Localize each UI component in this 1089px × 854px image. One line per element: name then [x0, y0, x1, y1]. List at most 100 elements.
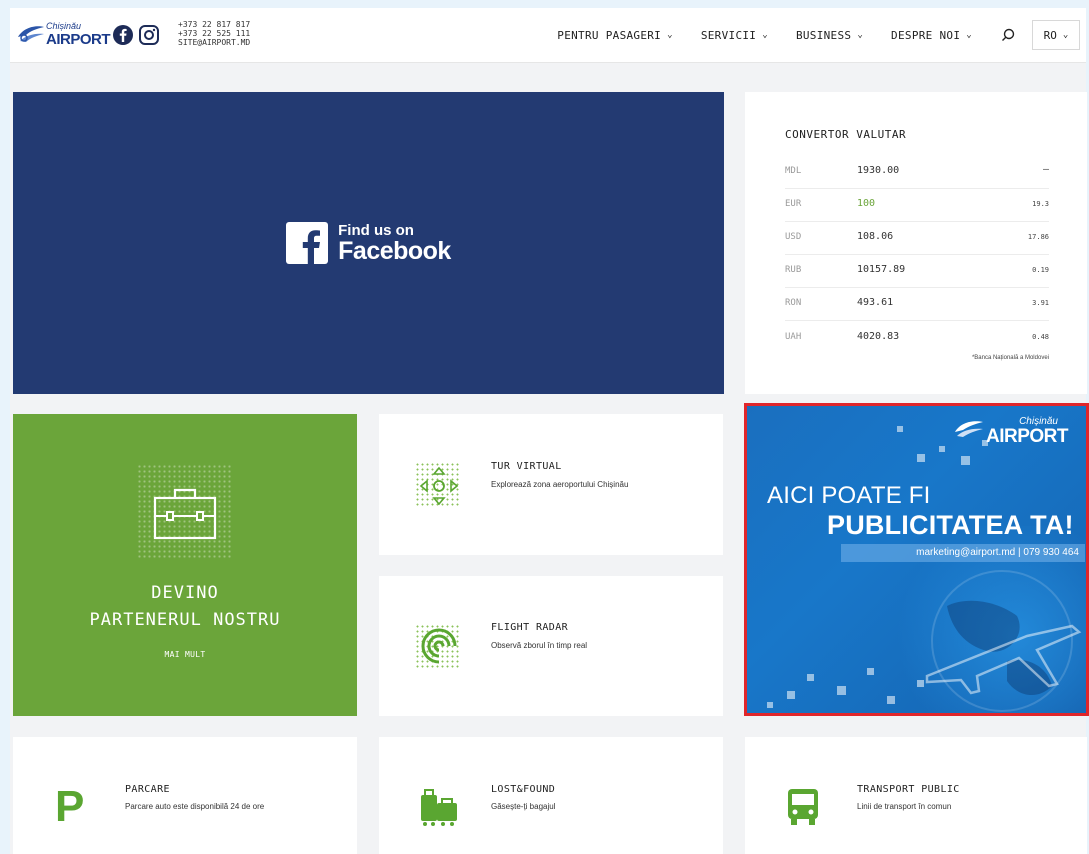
rate-row: MDL 1930.00 —	[785, 156, 1049, 189]
lost-found-tile[interactable]: LOST&FOUND Găsește-ți bagajul	[379, 737, 723, 854]
currency-code: RON	[785, 298, 802, 308]
service-desc: Găsește-ți bagajul	[491, 802, 556, 811]
decor-square	[807, 674, 814, 681]
currency-code: RUB	[785, 265, 802, 275]
virtual-tour-tile[interactable]: TUR VIRTUAL Explorează zona aeroportului…	[379, 414, 723, 555]
currency-code: USD	[785, 232, 802, 242]
currency-code: MDL	[785, 166, 802, 176]
decor-square	[867, 668, 874, 675]
currency-rate: —	[1042, 164, 1049, 175]
logo-name: AIRPORT	[46, 31, 111, 48]
ad-contact[interactable]: marketing@airport.md | 079 930 464	[841, 544, 1085, 562]
service-desc: Parcare auto este disponibilă 24 de ore	[125, 802, 265, 811]
instagram-icon[interactable]	[138, 24, 160, 46]
rate-row: EUR 100 19.3	[785, 189, 1049, 222]
currency-amount-input[interactable]: 10157.89	[857, 264, 905, 275]
decor-square	[887, 696, 895, 704]
currency-rate: 17.86	[1027, 233, 1049, 241]
service-desc: Observă zborul în timp real	[491, 641, 588, 650]
rate-row: RUB 10157.89 0.19	[785, 255, 1049, 288]
chevron-down-icon: ⌄	[1062, 30, 1069, 40]
facebook-line2: Facebook	[338, 237, 451, 265]
nav-item-passengers[interactable]: PENTRU PASAGERI ⌄	[557, 29, 673, 42]
wings-logo-icon	[955, 421, 983, 437]
decor-square	[917, 454, 925, 462]
site-header: Chișinău AIRPORT +373 22 817 817 +373 22…	[10, 8, 1086, 63]
flight-radar-tile[interactable]: FLIGHT RADAR Observă zborul în timp real	[379, 576, 723, 716]
ad-headline-line1: AICI POATE FI	[767, 482, 931, 509]
facebook-logo-icon	[286, 222, 329, 264]
partner-title: DEVINO PARTENERUL NOSTRU	[13, 580, 357, 634]
currency-amount-input[interactable]: 4020.83	[857, 331, 899, 342]
advertising-banner[interactable]: Chișinău AIRPORT AICI POATE FI PUBLICITA…	[744, 403, 1089, 716]
partner-title-line2: PARTENERUL NOSTRU	[89, 610, 281, 630]
rate-row: UAH 4020.83 0.48	[785, 322, 1049, 354]
currency-amount-input[interactable]: 493.61	[857, 297, 893, 308]
service-title: LOST&FOUND	[491, 784, 556, 795]
nav-item-about[interactable]: DESPRE NOI ⌄	[891, 29, 972, 42]
facebook-icon[interactable]	[112, 24, 134, 46]
logo-city: Chișinău	[46, 21, 82, 31]
header-contacts: +373 22 817 817 +373 22 525 111 SITE@AIR…	[178, 20, 250, 47]
facebook-banner[interactable]: Find us on Facebook	[13, 92, 724, 394]
decor-square	[897, 426, 903, 432]
chevron-down-icon: ⌄	[966, 30, 972, 40]
currency-rate: 19.3	[1032, 200, 1049, 208]
ad-logo-name: AIRPORT	[986, 426, 1069, 447]
nav-item-services[interactable]: SERVICII ⌄	[701, 29, 768, 42]
currency-code: UAH	[785, 332, 802, 342]
currency-rate: 0.19	[1032, 266, 1049, 274]
phone-primary[interactable]: +373 22 817 817	[178, 20, 250, 29]
service-title: PARCARE	[125, 784, 170, 795]
converter-title: CONVERTOR VALUTAR	[785, 128, 907, 141]
language-select[interactable]: RO ⌄	[1032, 20, 1080, 50]
rate-row: RON 493.61 3.91	[785, 288, 1049, 321]
partner-tile[interactable]: DEVINO PARTENERUL NOSTRU MAI MULT	[13, 414, 357, 716]
partner-more-link[interactable]: MAI MULT	[13, 650, 357, 659]
nav-item-label: BUSINESS	[795, 28, 852, 42]
currency-rate: 3.91	[1032, 299, 1049, 307]
briefcase-icon	[153, 488, 217, 540]
decor-square	[837, 686, 846, 695]
decor-square	[787, 691, 795, 699]
virtual-tour-icon	[419, 466, 459, 506]
language-value: RO	[1043, 28, 1057, 42]
decor-square	[767, 702, 773, 708]
public-transport-tile[interactable]: TRANSPORT PUBLIC Linii de transport în c…	[745, 737, 1087, 854]
currency-code: EUR	[785, 199, 802, 209]
service-title: TRANSPORT PUBLIC	[857, 784, 960, 795]
service-desc: Linii de transport în comun	[857, 802, 952, 811]
nav-item-business[interactable]: BUSINESS ⌄	[796, 29, 863, 42]
facebook-cta: Find us on Facebook	[338, 223, 451, 265]
converter-source-note: *Banca Națională a Moldovei	[971, 355, 1049, 361]
service-desc: Explorează zona aeroportului Chișinău	[491, 480, 629, 489]
service-title: TUR VIRTUAL	[491, 461, 562, 472]
parking-tile[interactable]: P PARCARE Parcare auto este disponibilă …	[13, 737, 357, 854]
partner-title-line1: DEVINO	[151, 583, 219, 603]
nav-item-label: PENTRU PASAGERI	[557, 28, 662, 42]
chevron-down-icon: ⌄	[857, 30, 864, 40]
nav-item-label: DESPRE NOI	[891, 28, 961, 42]
bus-icon	[788, 789, 818, 825]
decor-square	[939, 446, 945, 452]
decor-square	[917, 680, 924, 687]
decor-square	[961, 456, 970, 465]
currency-converter: CONVERTOR VALUTAR MDL 1930.00 — EUR 100 …	[745, 92, 1087, 394]
radar-icon	[421, 628, 457, 664]
luggage-icon	[421, 789, 457, 826]
currency-amount-input[interactable]: 108.06	[857, 231, 893, 242]
currency-amount-input[interactable]: 1930.00	[857, 165, 899, 176]
chevron-down-icon: ⌄	[667, 30, 673, 40]
contact-email[interactable]: SITE@AIRPORT.MD	[178, 38, 250, 47]
wings-logo-icon	[18, 26, 44, 42]
currency-amount-input[interactable]: 100	[857, 198, 875, 209]
search-icon[interactable]	[1000, 27, 1016, 43]
world-map-graphic-icon	[925, 570, 1082, 712]
nav-item-label: SERVICII	[700, 28, 757, 42]
ad-headline-line2: PUBLICITATEA TA!	[827, 510, 1074, 540]
airport-logo[interactable]: Chișinău AIRPORT	[16, 20, 116, 50]
chevron-down-icon: ⌄	[762, 30, 768, 40]
currency-rate: 0.48	[1032, 333, 1049, 341]
phone-secondary[interactable]: +373 22 525 111	[178, 29, 250, 38]
parking-icon: P	[55, 782, 85, 831]
